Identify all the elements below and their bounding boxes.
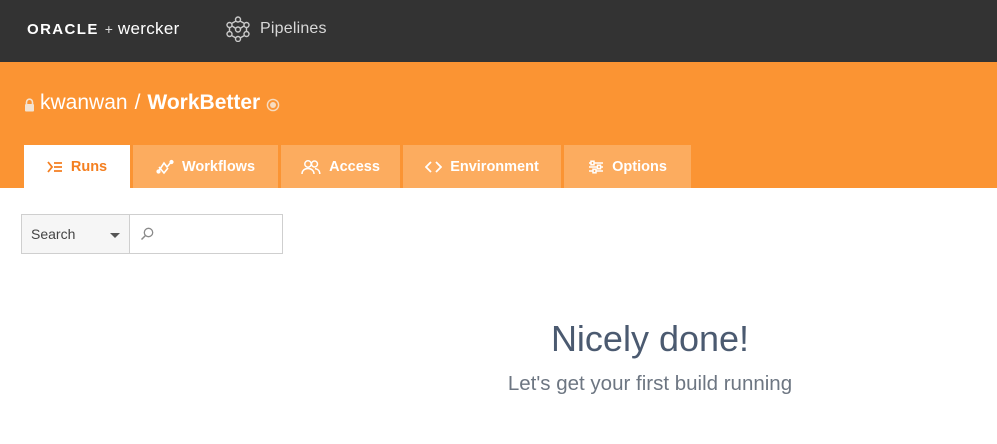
tab-environment-label: Environment [450, 158, 539, 175]
access-icon [301, 159, 321, 174]
tab-workflows-label: Workflows [181, 158, 256, 175]
code-brackets-icon [425, 160, 443, 173]
search-filter-value: Search [31, 226, 76, 242]
search-field[interactable] [130, 214, 283, 254]
runs-icon [47, 160, 62, 173]
tab-access-label: Access [329, 158, 380, 175]
tab-options-label: Options [612, 158, 667, 175]
oracle-wercker-logo[interactable]: ORACLE + wercker [27, 19, 180, 39]
empty-state-subtitle: Let's get your first build running [507, 372, 793, 395]
nav-pipelines-link[interactable]: Pipelines [226, 15, 327, 43]
pipelines-icon [226, 16, 250, 42]
nav-pipelines-label: Pipelines [260, 20, 327, 37]
empty-state-title: Nicely done! [550, 318, 750, 359]
brand-wercker-text: wercker [117, 19, 180, 38]
application-breadcrumb: kwanwan / WorkBetter [24, 89, 280, 117]
top-navigation-bar: ORACLE + wercker Pipelines [0, 0, 997, 62]
breadcrumb-separator: / [134, 91, 141, 114]
run-search: Search [21, 214, 283, 254]
application-tabs: Runs Workflows Access Environment Option… [24, 145, 694, 188]
tab-options[interactable]: Options [564, 145, 691, 188]
search-input[interactable] [160, 226, 270, 242]
tab-runs[interactable]: Runs [24, 145, 130, 188]
lock-icon [25, 98, 34, 112]
search-filter-select[interactable]: Search [21, 214, 130, 254]
brand-plus-text: + [104, 21, 113, 37]
application-header: kwanwan / WorkBetter Runs Workflows Acce… [0, 62, 997, 188]
workflows-icon [156, 159, 174, 174]
tab-workflows[interactable]: Workflows [133, 145, 278, 188]
application-name[interactable]: WorkBetter [147, 91, 260, 115]
tab-access[interactable]: Access [281, 145, 400, 188]
tab-runs-label: Runs [70, 158, 108, 175]
star-icon[interactable] [266, 98, 280, 112]
brand-oracle-text: ORACLE [27, 20, 99, 38]
chevron-down-icon [110, 232, 120, 238]
sliders-icon [589, 159, 604, 174]
owner-link[interactable]: kwanwan [40, 91, 128, 115]
search-icon [140, 227, 154, 241]
tab-environment[interactable]: Environment [403, 145, 561, 188]
